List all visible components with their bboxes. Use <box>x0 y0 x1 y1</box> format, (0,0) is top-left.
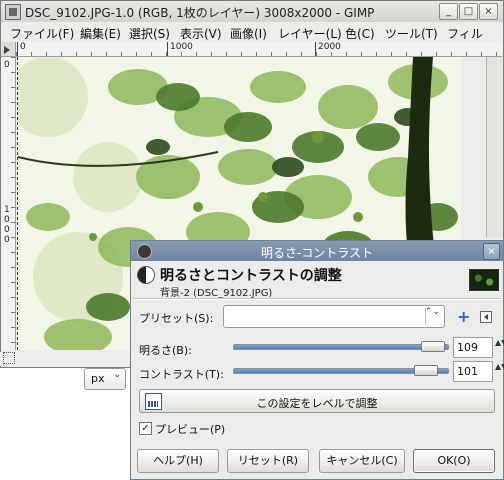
window-title: DSC_9102.JPG-1.0 (RGB, 1枚のレイヤー) 3008x200… <box>25 6 375 20</box>
menu-select[interactable]: 選択(S) <box>129 25 170 42</box>
unit-value: px <box>91 372 105 385</box>
ruler-label: 1000 <box>170 42 193 52</box>
menu-filters[interactable]: フィル <box>447 25 483 42</box>
window-menu-icon[interactable] <box>5 4 21 20</box>
vertical-ruler[interactable] <box>1 57 16 350</box>
ruler-label: 1 <box>4 205 10 215</box>
presets-combo[interactable]: ⌃⌄ <box>223 305 445 328</box>
ruler-label: 0 <box>20 42 26 52</box>
ruler-label: 0 <box>4 235 10 245</box>
menu-image[interactable]: 画像(I) <box>230 25 267 42</box>
reset-button[interactable]: リセット(R) <box>227 449 309 473</box>
close-button[interactable]: × <box>479 3 498 20</box>
menubar: ファイル(F) 編集(E) 選択(S) 表示(V) 画像(I) レイヤー(L) … <box>1 22 503 42</box>
chevron-down-icon: ⌄ <box>113 370 121 380</box>
navigation-icon[interactable] <box>3 352 15 364</box>
ruler-label: 0 <box>4 225 10 235</box>
dialog-titlebar[interactable]: 明るさ-コントラスト × <box>131 241 503 261</box>
horizontal-ruler[interactable] <box>16 42 502 57</box>
ok-button[interactable]: OK(O) <box>413 449 495 473</box>
contrast-slider-handle[interactable] <box>414 365 439 376</box>
brightness-slider[interactable] <box>233 344 449 350</box>
contrast-spinbox[interactable]: 101 <box>453 361 493 382</box>
quick-mask-toggle[interactable] <box>1 42 16 57</box>
dialog-title: 明るさ-コントラスト <box>260 246 374 260</box>
help-button[interactable]: ヘルプ(H) <box>137 449 219 473</box>
brightness-spin-arrows[interactable]: ▲▼ <box>495 338 504 347</box>
ruler-label: 2000 <box>318 42 341 52</box>
brightness-slider-handle[interactable] <box>420 341 445 352</box>
dialog-header-title: 明るさとコントラストの調整 <box>160 268 342 284</box>
menu-tools[interactable]: ツール(T) <box>385 25 438 42</box>
unit-selector[interactable]: px ⌄ <box>84 368 126 390</box>
contrast-value: 101 <box>457 365 478 378</box>
preview-label[interactable]: プレビュー(P) <box>155 421 225 437</box>
brightness-spinbox[interactable]: 109 <box>453 337 493 358</box>
contrast-label: コントラスト(T): <box>139 368 224 381</box>
preview-checkbox[interactable]: ✓ <box>139 422 152 435</box>
maximize-button[interactable]: □ <box>459 3 478 20</box>
menu-file[interactable]: ファイル(F) <box>10 25 74 42</box>
layer-thumbnail <box>469 269 499 291</box>
ruler-major-tick <box>315 42 316 56</box>
menu-edit[interactable]: 編集(E) <box>80 25 121 42</box>
edit-as-levels-button[interactable]: この設定をレベルで調整 <box>139 389 495 413</box>
chevron-updown-icon: ⌃⌄ <box>424 307 440 317</box>
window-titlebar[interactable]: DSC_9102.JPG-1.0 (RGB, 1枚のレイヤー) 3008x200… <box>1 1 503 23</box>
brightness-label: 明るさ(B): <box>139 344 192 357</box>
preset-menu-button[interactable] <box>480 311 492 323</box>
ruler-major-tick <box>17 42 18 56</box>
menu-layer[interactable]: レイヤー(L) <box>278 25 342 42</box>
edit-as-levels-label: この設定をレベルで調整 <box>256 397 378 410</box>
cancel-button[interactable]: キャンセル(C) <box>319 449 405 473</box>
brightness-contrast-icon <box>137 266 155 284</box>
contrast-spin-arrows[interactable]: ▲▼ <box>495 362 504 371</box>
add-preset-button[interactable]: + <box>457 307 470 326</box>
menu-view[interactable]: 表示(V) <box>180 25 222 42</box>
brightness-value: 109 <box>457 341 478 354</box>
brightness-contrast-dialog: 明るさ-コントラスト × 明るさとコントラストの調整 背景-2 (DSC_910… <box>130 240 504 480</box>
ruler-label: 0 <box>4 215 10 225</box>
presets-label: プリセット(S): <box>139 312 214 325</box>
vertical-scrollbar[interactable] <box>486 57 503 237</box>
dialog-close-button[interactable]: × <box>483 243 500 260</box>
ruler-major-tick <box>167 42 168 56</box>
menu-colors[interactable]: 色(C) <box>345 25 375 42</box>
minimize-button[interactable]: _ <box>439 3 458 20</box>
dialog-header-subtitle: 背景-2 (DSC_9102.JPG) <box>160 288 273 299</box>
ruler-label: 0 <box>4 60 10 70</box>
header-separator <box>133 298 501 300</box>
